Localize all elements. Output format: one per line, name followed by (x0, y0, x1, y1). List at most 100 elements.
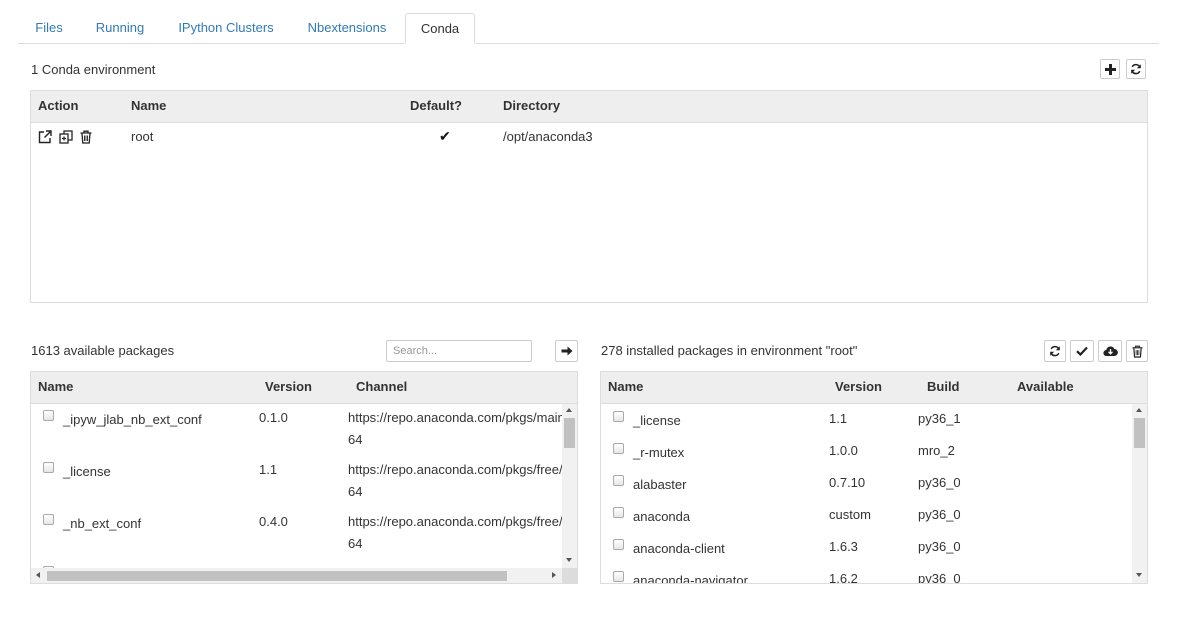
search-input[interactable] (386, 340, 532, 362)
arrow-right-icon (561, 346, 572, 356)
package-build: mro_2 (918, 443, 955, 458)
create-environment-button[interactable] (1100, 59, 1120, 79)
refresh-environments-button[interactable] (1126, 59, 1146, 79)
available-vertical-scrollbar[interactable] (562, 404, 577, 568)
package-version: 1.0.0 (829, 443, 858, 458)
remove-packages-button[interactable] (1126, 340, 1148, 362)
column-available: Available (1017, 379, 1074, 394)
package-channel: https://repo.anaconda.com/pkgs/main (348, 410, 562, 425)
package-checkbox[interactable] (613, 571, 624, 582)
package-name: _nb_ext_conf (63, 516, 142, 531)
package-channel: https://repo.anaconda.com/pkgs/free/ (348, 514, 562, 529)
environment-row: root ✔ /opt/anaconda3 (31, 122, 1147, 152)
package-checkbox[interactable] (43, 514, 54, 525)
column-default: Default? (410, 98, 462, 113)
scroll-thumb[interactable] (564, 418, 575, 448)
default-check-icon: ✔ (439, 128, 451, 144)
check-icon (1076, 346, 1088, 356)
available-packages-list: _ipyw_jlab_nb_ext_conf 0.1.0 https://rep… (31, 404, 562, 568)
package-checkbox[interactable] (613, 443, 624, 454)
scroll-up-arrow-icon[interactable] (1136, 408, 1142, 412)
column-name: Name (608, 379, 644, 394)
package-name: anaconda-client (633, 541, 725, 556)
package-name: anaconda (633, 509, 691, 524)
environment-count: 1 Conda environment (31, 62, 156, 77)
column-directory: Directory (503, 98, 561, 113)
column-version: Version (265, 379, 312, 394)
installed-vertical-scrollbar[interactable] (1132, 404, 1147, 583)
scroll-left-arrow-icon[interactable] (36, 572, 40, 578)
package-channel-cont: 64 (348, 432, 363, 447)
package-checkbox[interactable] (613, 475, 624, 486)
package-build: py36_0 (918, 507, 961, 522)
refresh-icon (1131, 63, 1141, 75)
environment-name-link[interactable]: root (131, 129, 153, 144)
scroll-right-arrow-icon[interactable] (552, 572, 556, 578)
available-table-header: Name Version Channel (31, 372, 577, 404)
scroll-thumb[interactable] (1134, 418, 1145, 448)
package-version: 1.6.3 (829, 539, 858, 554)
tab-running[interactable]: Running (82, 13, 158, 42)
install-package-button[interactable] (555, 340, 578, 362)
package-version: 0.7.10 (829, 475, 866, 490)
delete-environment-icon[interactable] (80, 130, 92, 147)
column-name: Name (38, 379, 74, 394)
available-packages-table: Name Version Channel _ipyw_jlab_nb_ext_c… (30, 371, 578, 584)
package-build: py36_0 (918, 571, 961, 584)
package-checkbox[interactable] (43, 410, 54, 421)
scroll-down-arrow-icon[interactable] (1136, 573, 1142, 577)
cloud-download-icon (1102, 346, 1118, 357)
scroll-thumb[interactable] (47, 571, 507, 581)
tab-ipython-clusters[interactable]: IPython Clusters (164, 13, 288, 42)
package-name: alabaster (633, 477, 687, 492)
column-name: Name (131, 98, 167, 113)
package-version: 1.6.2 (829, 571, 858, 584)
package-name: _license (63, 464, 111, 479)
scroll-down-arrow-icon[interactable] (566, 558, 572, 562)
package-build: py36_1 (918, 411, 961, 426)
available-packages-count: 1613 available packages (31, 343, 175, 358)
installed-packages-list: _license 1.1 py36_1 _r-mutex 1.0.0 mro_2… (601, 404, 1132, 584)
installed-packages-table: Name Version Build Available _license 1.… (600, 371, 1148, 584)
package-build: py36_0 (918, 539, 961, 554)
column-version: Version (835, 379, 882, 394)
refresh-packages-button[interactable] (1044, 340, 1066, 362)
environments-table: Action Name Default? Directory root ✔ /o… (30, 90, 1148, 303)
package-checkbox[interactable] (613, 411, 624, 422)
column-action: Action (38, 98, 79, 113)
environment-directory: /opt/anaconda3 (503, 129, 593, 144)
trash-icon (1131, 345, 1143, 358)
package-name: _ipyw_jlab_nb_ext_conf (63, 412, 202, 427)
package-name: _license (633, 413, 681, 428)
installed-table-header: Name Version Build Available (601, 372, 1147, 404)
column-build: Build (927, 379, 960, 394)
check-updates-button[interactable] (1070, 340, 1094, 362)
package-name: _r-mutex (633, 445, 685, 460)
open-environment-icon[interactable] (38, 130, 52, 147)
package-checkbox[interactable] (43, 462, 54, 473)
package-version: custom (829, 507, 871, 522)
package-channel: https://repo.anaconda.com/pkgs/free/ (348, 462, 562, 477)
column-channel: Channel (356, 379, 408, 394)
installed-packages-count: 278 installed packages in environment "r… (601, 343, 858, 358)
package-build: py36_0 (918, 475, 961, 490)
package-checkbox[interactable] (613, 507, 624, 518)
package-version: 0.4.0 (259, 514, 288, 529)
package-channel-cont: 64 (348, 484, 363, 499)
package-checkbox[interactable] (613, 539, 624, 550)
refresh-icon (1050, 345, 1060, 357)
package-version: 1.1 (829, 411, 848, 426)
tab-files[interactable]: Files (18, 13, 80, 42)
package-version: 1.1 (259, 462, 278, 477)
update-packages-button[interactable] (1098, 340, 1122, 362)
available-horizontal-scrollbar[interactable] (31, 568, 562, 583)
tab-nbextensions[interactable]: Nbextensions (294, 13, 400, 42)
environments-table-header: Action Name Default? Directory (31, 91, 1147, 123)
tab-bar: Files Running IPython Clusters Nbextensi… (18, 13, 1159, 44)
package-version: 0.1.0 (259, 410, 288, 425)
package-name: anaconda-navigator (633, 573, 748, 584)
clone-environment-icon[interactable] (59, 130, 73, 147)
plus-icon (1104, 63, 1116, 75)
tab-conda[interactable]: Conda (405, 13, 475, 44)
scroll-up-arrow-icon[interactable] (566, 408, 572, 412)
